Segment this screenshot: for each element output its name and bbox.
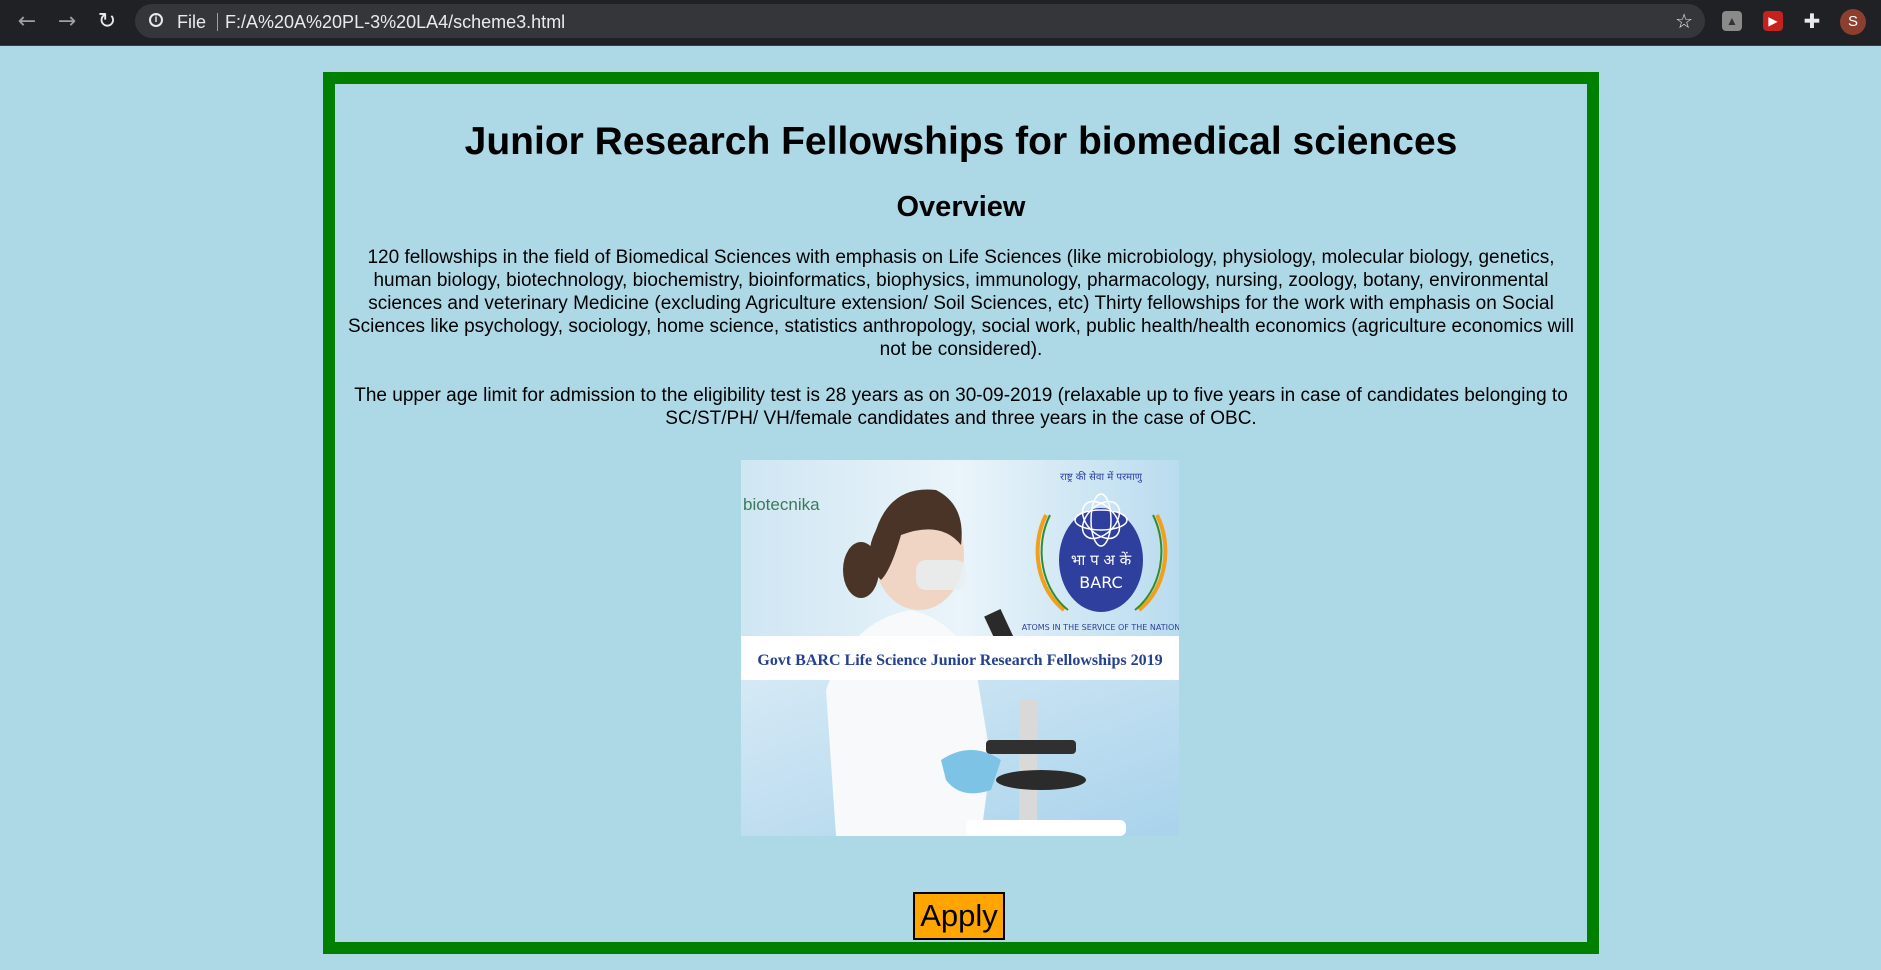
address-bar[interactable]: i File F:/A%20A%20PL-3%20LA4/scheme3.htm… [135, 4, 1705, 38]
banner-caption: Govt BARC Life Science Junior Research F… [757, 652, 1162, 669]
apply-button[interactable]: Apply [913, 892, 1005, 940]
url-text[interactable]: F:/A%20A%20PL-3%20LA4/scheme3.html [225, 12, 565, 33]
forward-arrow-icon[interactable]: → [52, 8, 82, 36]
fellowship-banner-image: Govt BARC Life Science Junior Research F… [741, 460, 1179, 836]
logo-hindi-top: राष्ट्र की सेवा में परमाणु [1060, 471, 1143, 483]
overview-paragraph: 120 fellowships in the field of Biomedic… [347, 247, 1575, 360]
age-limit-paragraph: The upper age limit for admission to the… [354, 385, 1568, 429]
scheme-label: File [177, 12, 207, 32]
logo-motto: ATOMS IN THE SERVICE OF THE NATION [1022, 623, 1179, 632]
red-extension-icon[interactable]: ▶ [1763, 11, 1783, 31]
star-icon[interactable]: ☆ [1675, 9, 1693, 33]
info-icon[interactable]: i [149, 13, 163, 27]
browser-toolbar: ← → ↻ i File F:/A%20A%20PL-3%20LA4/schem… [0, 0, 1881, 46]
profile-avatar[interactable]: S [1840, 9, 1866, 35]
page-title: Junior Research Fellowships for biomedic… [464, 120, 1458, 163]
content-card: Junior Research Fellowships for biomedic… [323, 72, 1599, 954]
logo-name: BARC [1079, 573, 1122, 592]
puzzle-extension-icon[interactable]: ✚ [1802, 11, 1822, 31]
address-separator [217, 13, 218, 31]
logo-hindi-center: भा प अ कें [1071, 551, 1132, 569]
overview-heading: Overview [896, 191, 1026, 223]
back-arrow-icon[interactable]: ← [12, 8, 42, 36]
reload-icon[interactable]: ↻ [92, 8, 122, 36]
pdf-extension-icon[interactable]: ▲ [1722, 11, 1742, 31]
banner-watermark: biotecnika [743, 495, 820, 514]
